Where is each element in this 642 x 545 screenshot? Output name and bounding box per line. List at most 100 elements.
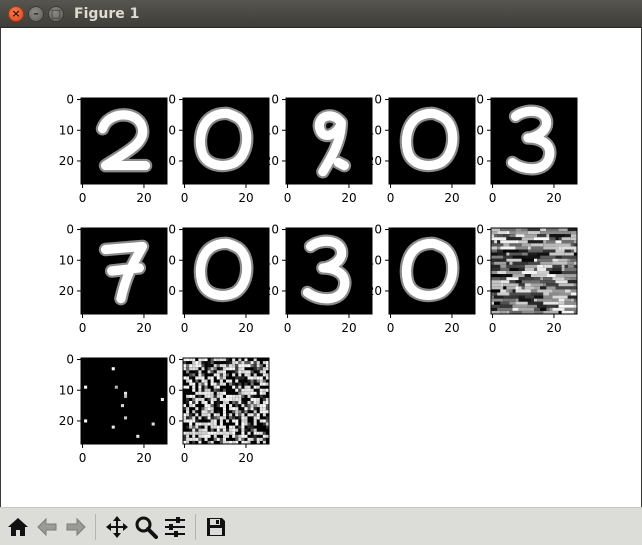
noise-pixel — [527, 304, 538, 308]
noise-pixel — [229, 367, 233, 371]
noise-pixel — [235, 394, 239, 398]
noise-pixel — [546, 304, 556, 308]
noise-pixel — [521, 243, 531, 247]
noise-pixel — [534, 277, 541, 281]
noise-pixel — [521, 286, 525, 290]
noise-pixel — [530, 274, 547, 278]
title-bar[interactable]: × – □ Figure 1 — [0, 0, 642, 28]
subplot-0-1[interactable]: 0 10 20 0 20 — [161, 93, 270, 205]
subplot-0-4[interactable]: 0 10 20 0 20 — [469, 93, 578, 205]
subplot-2-0[interactable]: 0 10 20 0 20 — [59, 353, 168, 465]
noise-pixel — [232, 370, 236, 374]
subplot-1-1[interactable]: 0 10 20 0 20 — [161, 223, 270, 335]
subplot-1-4[interactable]: 0 10 20 0 20 — [469, 223, 578, 335]
noise-pixel — [491, 298, 504, 302]
noise-pixel — [561, 246, 577, 250]
noise-pixel — [204, 407, 208, 411]
noise-pixel — [549, 307, 553, 311]
noise-pixel — [524, 274, 531, 278]
noise-pixel — [222, 370, 226, 374]
noise-pixel — [530, 292, 544, 296]
zoom-button[interactable] — [133, 514, 159, 540]
noise-pixel — [195, 407, 199, 411]
subplot-0-0[interactable]: 0 10 20 0 20 — [59, 93, 168, 205]
subplot-0-2[interactable]: 0 10 20 0 20 — [264, 93, 373, 205]
xtick-label: 0 — [387, 321, 395, 335]
noise-pixel — [238, 361, 242, 365]
noise-pixel — [235, 413, 239, 417]
noise-pixel — [216, 364, 220, 368]
noise-pixel — [235, 397, 239, 401]
noise-pixel — [506, 264, 516, 268]
noise-pixel — [253, 419, 257, 423]
subplot-1-0[interactable]: 0 10 20 0 20 — [59, 223, 168, 335]
subplot-0-3[interactable]: 0 10 20 0 20 — [367, 93, 476, 205]
noise-pixel — [570, 292, 577, 296]
noise-pixel — [567, 295, 577, 299]
minimize-icon: – — [33, 7, 39, 20]
noise-pixel — [232, 407, 236, 411]
dot-pixel — [84, 385, 88, 389]
noise-pixel — [189, 367, 193, 371]
noise-pixel — [527, 231, 541, 235]
ytick-label: 0 — [168, 93, 176, 107]
noise-pixel — [226, 364, 230, 368]
noise-pixel — [201, 364, 205, 368]
xtick-label: 20 — [444, 191, 459, 205]
noise-pixel — [241, 388, 245, 392]
noise-pixel — [229, 431, 233, 435]
ytick-label: 0 — [168, 353, 176, 367]
noise-pixel — [530, 289, 538, 293]
noise-pixel — [204, 428, 208, 432]
home-button[interactable] — [5, 514, 31, 540]
subplot-1-2[interactable]: 0 10 20 0 20 — [264, 223, 373, 335]
noise-pixel — [262, 437, 266, 441]
noise-pixel — [546, 267, 553, 271]
figure-canvas[interactable]: 0 10 20 0 20 0 10 20 0 20 0 10 20 0 20 0 10 20 0 20 0 10 20 0 20… — [1, 28, 641, 507]
noise-pixel — [222, 388, 226, 392]
noise-pixel — [518, 240, 528, 244]
close-window-button[interactable]: × — [8, 6, 24, 22]
noise-pixel — [250, 382, 254, 386]
noise-pixel — [219, 370, 223, 374]
noise-pixel — [210, 376, 214, 380]
subplot-1-3[interactable]: 0 10 20 0 20 — [367, 223, 476, 335]
noise-pixel — [558, 283, 574, 287]
noise-pixel — [195, 361, 199, 365]
noise-pixel — [198, 425, 202, 429]
noise-pixel — [250, 397, 254, 401]
noise-pixel — [238, 385, 242, 389]
ytick-label: 0 — [271, 93, 279, 107]
subplots-config-button[interactable] — [162, 514, 188, 540]
noise-pixel — [524, 264, 538, 268]
noise-pixel — [213, 425, 217, 429]
noise-pixel — [527, 261, 541, 265]
noise-pixel — [247, 431, 251, 435]
maximize-window-button[interactable]: □ — [48, 6, 64, 22]
noise-pixel — [229, 397, 233, 401]
noise-pixel — [506, 277, 519, 281]
subplot-2-1[interactable]: 0 10 20 0 20 — [161, 353, 270, 465]
pan-button[interactable] — [104, 514, 130, 540]
noise-pixel — [259, 373, 263, 377]
noise-pixel — [198, 431, 202, 435]
save-button[interactable] — [203, 514, 229, 540]
noise-pixel — [491, 255, 504, 259]
noise-pixel — [570, 243, 574, 247]
noise-pixel — [195, 397, 199, 401]
noise-pixel — [244, 388, 248, 392]
minimize-window-button[interactable]: – — [28, 6, 44, 22]
noise-pixel — [204, 385, 208, 389]
xtick-label: 0 — [79, 451, 87, 465]
noise-pixel — [207, 404, 211, 408]
forward-button[interactable] — [63, 514, 89, 540]
noise-pixel — [546, 283, 559, 287]
noise-pixel — [213, 370, 217, 374]
back-button[interactable] — [34, 514, 60, 540]
noise-pixel — [543, 249, 556, 253]
noise-pixel — [222, 413, 226, 417]
noise-pixel — [244, 385, 248, 389]
noise-pixel — [226, 394, 230, 398]
noise-pixel — [216, 394, 220, 398]
noise-pixel — [201, 413, 205, 417]
